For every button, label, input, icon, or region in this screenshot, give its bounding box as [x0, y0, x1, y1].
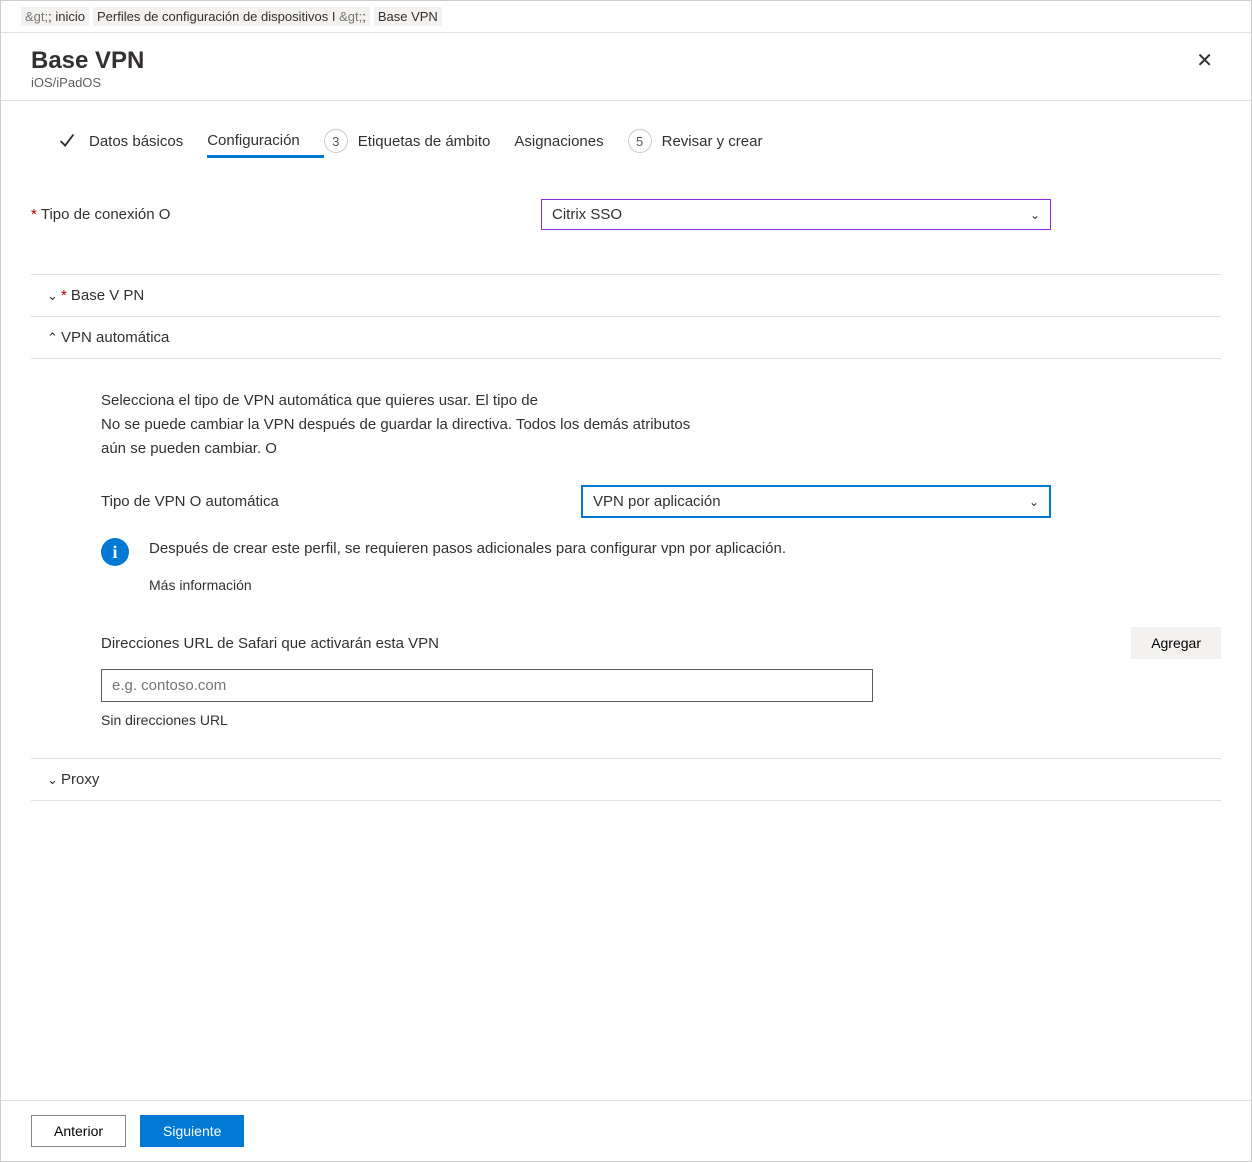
- safari-url-input[interactable]: [101, 669, 873, 702]
- chevron-down-icon: ⌄: [1029, 495, 1039, 509]
- step-basics[interactable]: Datos básicos: [55, 121, 207, 161]
- chevron-down-icon: ⌄: [1030, 208, 1040, 222]
- check-icon: [55, 129, 79, 153]
- section-proxy[interactable]: ⌄ Proxy: [31, 758, 1221, 801]
- auto-vpn-type-select[interactable]: VPN por aplicación ⌄: [581, 485, 1051, 518]
- section-label: Base V PN: [71, 287, 144, 304]
- chevron-down-icon: ⌄: [31, 772, 47, 788]
- chevron-up-icon: ⌃: [31, 330, 47, 346]
- auto-vpn-type-label: Tipo de VPN O automática: [101, 493, 581, 510]
- header: Base VPN iOS/iPadOS ✕: [1, 33, 1251, 101]
- info-text: Después de crear este perfil, se requier…: [149, 538, 786, 561]
- learn-more-link[interactable]: Más información: [149, 575, 252, 596]
- step-label: Configuración: [207, 132, 300, 149]
- wizard-steps: Datos básicos Configuración 3 Etiquetas …: [31, 121, 1221, 161]
- previous-button[interactable]: Anterior: [31, 1115, 126, 1147]
- step-label: Asignaciones: [514, 133, 603, 150]
- step-number-icon: 3: [324, 129, 348, 153]
- next-button[interactable]: Siguiente: [140, 1115, 244, 1147]
- step-label: Revisar y crear: [662, 133, 763, 150]
- step-number-icon: 5: [628, 129, 652, 153]
- section-label: Proxy: [61, 771, 99, 788]
- footer: Anterior Siguiente: [1, 1100, 1251, 1161]
- select-value: Citrix SSO: [552, 206, 622, 223]
- page-subtitle: iOS/iPadOS: [31, 75, 144, 90]
- close-button[interactable]: ✕: [1188, 47, 1221, 75]
- step-label: Datos básicos: [89, 133, 183, 150]
- info-box: i Después de crear este perfil, se requi…: [101, 538, 1221, 597]
- info-icon: i: [101, 538, 129, 566]
- auto-vpn-body: Selecciona el tipo de VPN automática que…: [31, 359, 1221, 728]
- section-base-vpn[interactable]: ⌄ *Base V PN: [31, 274, 1221, 317]
- page-title: Base VPN: [31, 47, 144, 75]
- step-configuration[interactable]: Configuración: [207, 124, 324, 158]
- step-label: Etiquetas de ámbito: [358, 133, 491, 150]
- step-review[interactable]: 5 Revisar y crear: [628, 121, 787, 161]
- auto-vpn-type-row: Tipo de VPN O automática VPN por aplicac…: [101, 485, 1221, 518]
- breadcrumb-home[interactable]: inicio: [55, 9, 85, 24]
- breadcrumb-sep: &gt;: [25, 9, 48, 24]
- connection-type-select[interactable]: Citrix SSO ⌄: [541, 199, 1051, 230]
- select-value: VPN por aplicación: [593, 493, 721, 510]
- breadcrumb-profiles[interactable]: Perfiles de configuración de dispositivo…: [97, 9, 335, 24]
- safari-urls-label: Direcciones URL de Safari que activarán …: [101, 635, 1111, 652]
- chevron-down-icon: ⌄: [31, 288, 47, 304]
- add-url-button[interactable]: Agregar: [1131, 627, 1221, 659]
- step-assignments[interactable]: Asignaciones: [514, 125, 627, 158]
- step-scope-tags[interactable]: 3 Etiquetas de ámbito: [324, 121, 515, 161]
- auto-vpn-hint: Selecciona el tipo de VPN automática que…: [101, 389, 801, 461]
- safari-urls-row: Direcciones URL de Safari que activarán …: [101, 627, 1221, 659]
- breadcrumb: &gt;; inicio Perfiles de configuración d…: [1, 1, 1251, 33]
- section-auto-vpn[interactable]: ⌃ VPN automática: [31, 317, 1221, 359]
- no-urls-text: Sin direcciones URL: [101, 712, 1221, 728]
- connection-type-label: *Tipo de conexión O: [31, 206, 541, 223]
- connection-type-row: *Tipo de conexión O Citrix SSO ⌄: [31, 199, 1221, 230]
- breadcrumb-current: Base VPN: [374, 7, 442, 26]
- breadcrumb-sep: &gt;: [339, 9, 362, 24]
- section-label: VPN automática: [61, 329, 169, 346]
